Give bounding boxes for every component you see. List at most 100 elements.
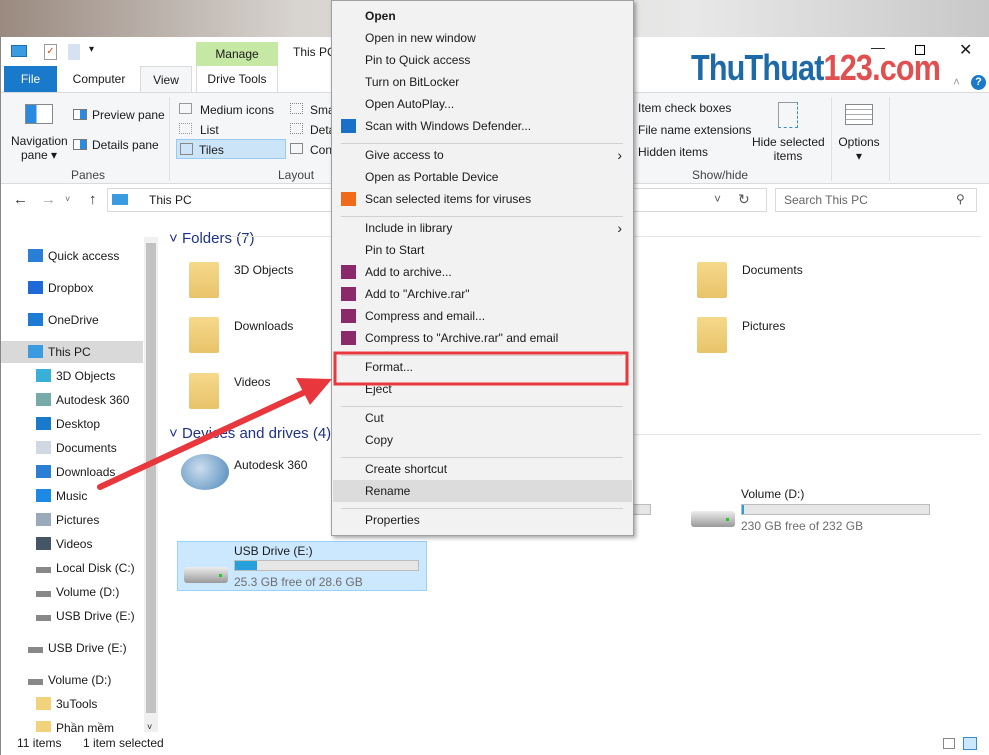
folder-3d-objects[interactable]: 3D Objects [234,263,293,277]
menu-item-add-to-archive-rar[interactable]: Add to "Archive.rar" [333,283,632,305]
hidden-items-option[interactable]: Hidden items [638,145,708,159]
sidebar-item-usb-drive-e-[interactable]: USB Drive (E:) [36,605,135,627]
large-icons-view-button[interactable] [963,737,977,750]
sidebar-item-3utools[interactable]: 3uTools [36,693,98,715]
sidebar-item-label: Autodesk 360 [56,393,130,407]
medium-icons-option[interactable]: Medium icons [200,103,274,117]
sidebar-item-dropbox[interactable]: Dropbox [28,277,94,299]
hide-selected-items-button[interactable]: Hide selected items [752,135,825,163]
context-menu: Open Open in new window Pin to Quick acces… [331,0,634,536]
details-view-button[interactable] [943,738,955,749]
menu-item-open[interactable]: Open [333,5,632,27]
sidebar-item-downloads[interactable]: Downloads [36,461,115,483]
sidebar-item-onedrive[interactable]: OneDrive [28,309,99,331]
tab-view[interactable]: View [140,66,192,92]
usb-drive-tile[interactable]: USB Drive (E:) 25.3 GB free of 28.6 GB [177,541,427,591]
menu-item-open-autoplay[interactable]: Open AutoPlay... [333,93,632,115]
volume-d-drive[interactable]: Volume (D:) [741,487,804,501]
menu-item-open-in-new-window[interactable]: Open in new window [333,27,632,49]
folder-downloads[interactable]: Downloads [234,319,293,333]
menu-item-pin-to-start[interactable]: Pin to Start [333,239,632,261]
folder-icon [189,373,219,409]
sidebar-item-quick-access[interactable]: Quick access [28,245,119,267]
sidebar-item-this-pc[interactable]: This PC [1,341,143,363]
sidebar-item-pictures[interactable]: Pictures [36,509,100,531]
folder-videos[interactable]: Videos [234,375,270,389]
menu-item-open-as-portable-device[interactable]: Open as Portable Device [333,166,632,188]
menu-item-cut[interactable]: Cut [333,407,632,429]
divider [831,97,832,181]
menu-item-format[interactable]: Format... [333,356,632,378]
sidebar-item-3d-objects[interactable]: 3D Objects [36,365,115,387]
sidebar-item-usb-drive-e-[interactable]: USB Drive (E:) [28,637,127,659]
menu-item-scan-selected-items-for-viruses[interactable]: Scan selected items for viruses [333,188,632,210]
preview-pane-icon [73,109,87,120]
tab-computer[interactable]: Computer [61,66,137,92]
menu-item-give-access-to[interactable]: Give access to › [333,144,632,166]
sidebar-item-volume-d-[interactable]: Volume (D:) [28,669,111,691]
winrar-icon [341,265,356,279]
up-button[interactable]: ↑ [89,191,97,208]
customize-toolbar-icon[interactable]: ▾ [89,44,94,55]
menu-item-include-in-library[interactable]: Include in library › [333,217,632,239]
nav-scrollbar[interactable]: ˅ [144,237,158,732]
menu-item-add-to-archive[interactable]: Add to archive... [333,261,632,283]
sidebar-item-autodesk-360[interactable]: Autodesk 360 [36,389,130,411]
menu-item-compress-and-email[interactable]: Compress and email... [333,305,632,327]
sidebar-item-label: Pictures [56,513,100,527]
sidebar-item-videos[interactable]: Videos [36,533,92,555]
details-pane-button[interactable]: Details pane [92,138,159,152]
sidebar-item-label: Desktop [56,417,101,431]
menu-item-compress-to-archive-rar-and-email[interactable]: Compress to "Archive.rar" and email [333,327,632,349]
collapse-ribbon-icon[interactable]: ˄ [953,75,960,89]
sidebar-item-label: 3uTools [56,697,98,711]
preview-pane-button[interactable]: Preview pane [92,108,165,122]
menu-item-pin-to-quick-access[interactable]: Pin to Quick access [333,49,632,71]
new-folder-icon[interactable] [68,44,80,60]
navigation-pane-button[interactable]: Navigation pane ▾ [11,134,68,162]
sidebar-item-documents[interactable]: Documents [36,437,117,459]
options-button[interactable]: Options ▾ [838,135,880,163]
file-name-extensions-option[interactable]: File name extensions [638,123,751,137]
tab-drive-tools[interactable]: Drive Tools [196,66,278,92]
sidebar-item-music[interactable]: Music [36,485,87,507]
sidebar-item-volume-d-[interactable]: Volume (D:) [36,581,120,603]
minimize-button[interactable]: — [871,39,885,55]
folder-documents[interactable]: Documents [742,263,803,277]
forward-button[interactable]: → [41,191,56,208]
maximize-button[interactable] [915,45,925,55]
tab-file[interactable]: File [4,66,57,92]
menu-item-eject[interactable]: Eject [333,378,632,400]
sidebar-item-desktop[interactable]: Desktop [36,413,101,435]
menu-item-rename[interactable]: Rename [333,480,632,502]
sidebar-item-label: Volume (D:) [56,585,120,599]
address-dropdown-icon[interactable]: ˅ [714,192,721,206]
menu-item-turn-on-bitlocker[interactable]: Turn on BitLocker [333,71,632,93]
autodesk-icon [36,393,51,406]
menu-item-properties[interactable]: Properties [333,509,632,531]
menu-item-scan-with-windows-defender[interactable]: Scan with Windows Defender... [333,115,632,137]
folders-header[interactable]: ˅ Folders (7) [169,230,254,247]
close-button[interactable]: ✕ [959,40,972,60]
sidebar-item-label: Dropbox [48,281,94,295]
back-button[interactable]: ← [13,191,28,208]
recent-locations-button[interactable]: ˅ [65,194,70,204]
volume-usage-bar [741,504,930,515]
devices-header[interactable]: ˅ Devices and drives (4) [169,425,331,442]
tiles-option[interactable]: Tiles [176,139,286,159]
item-check-boxes-option[interactable]: Item check boxes [638,101,731,115]
winrar-icon [341,331,356,345]
help-icon[interactable]: ? [971,75,986,90]
folder-pictures[interactable]: Pictures [742,319,785,333]
search-input[interactable]: Search This PC ⚲ [775,188,977,212]
autodesk-360-drive[interactable]: Autodesk 360 [234,458,307,472]
refresh-icon[interactable]: ↻ [738,191,750,208]
content-option[interactable]: Con [310,143,332,157]
sidebar-item-local-disk-c-[interactable]: Local Disk (C:) [36,557,135,579]
manage-tab[interactable]: Manage [196,42,278,66]
properties-icon[interactable]: ✓ [44,44,57,60]
panes-group-label: Panes [71,168,106,182]
menu-item-create-shortcut[interactable]: Create shortcut [333,458,632,480]
menu-item-copy[interactable]: Copy [333,429,632,451]
list-option[interactable]: List [200,123,219,137]
